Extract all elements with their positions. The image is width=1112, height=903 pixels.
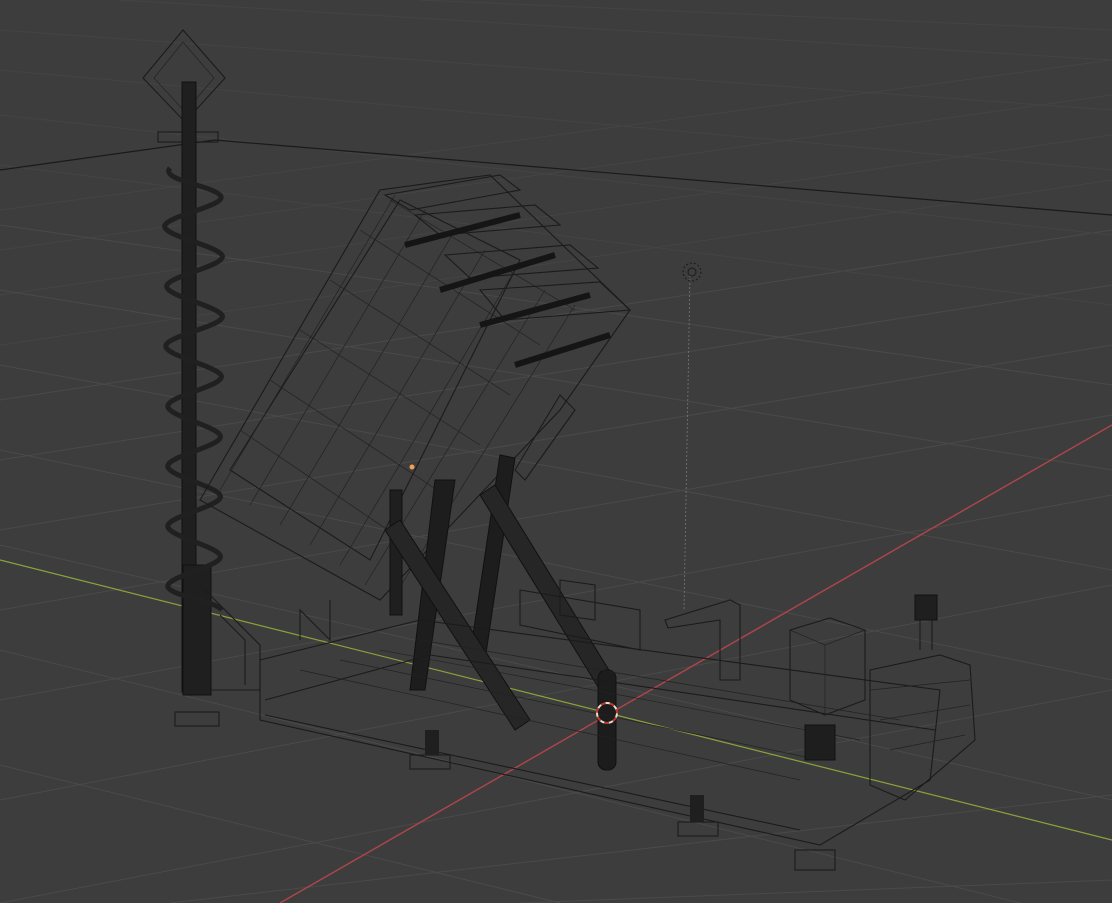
- 3d-viewport[interactable]: [0, 0, 1112, 903]
- support-struts[interactable]: [384, 454, 617, 771]
- object-origin-dot: [409, 464, 415, 470]
- viewport-canvas[interactable]: [0, 0, 1112, 903]
- light-object[interactable]: [682, 262, 702, 282]
- antenna-mast[interactable]: [142, 29, 226, 727]
- electronics-cabinet[interactable]: [789, 594, 976, 801]
- z-axis-light-line: [683, 274, 691, 611]
- floor-grid: [0, 0, 1112, 903]
- x-axis-line: [279, 424, 1112, 903]
